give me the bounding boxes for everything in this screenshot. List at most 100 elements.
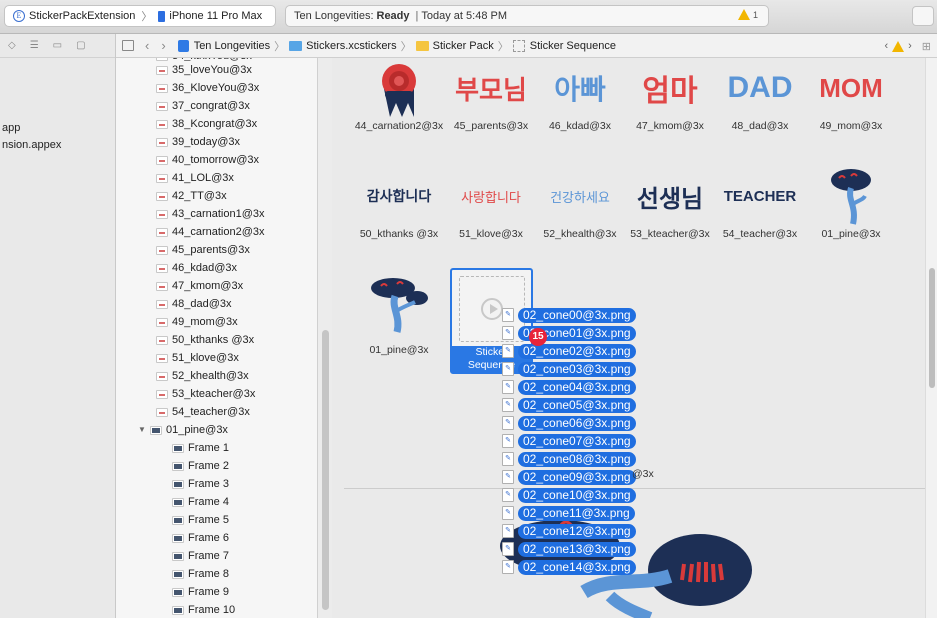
- sticker-cell[interactable]: 아빠 46_kdad@3x: [535, 58, 625, 132]
- outline-item[interactable]: 38_Kcongrat@3x: [116, 115, 317, 133]
- outline-frame[interactable]: Frame 4: [116, 493, 317, 511]
- outline-frame-label: Frame 1: [188, 442, 229, 454]
- outline-frame-label: Frame 9: [188, 586, 229, 598]
- dragged-file: ✎ 02_cone03@3x.png: [502, 360, 652, 378]
- outline-group[interactable]: ▼ 01_pine@3x: [116, 421, 317, 439]
- frame-thumbnail: [172, 497, 184, 507]
- sticker-cell[interactable]: 선생님 53_kteacher@3x: [625, 166, 715, 241]
- dragged-file-name: 02_cone09@3x.png: [518, 469, 636, 485]
- play-icon: [481, 298, 503, 320]
- outline-frame[interactable]: Frame 5: [116, 511, 317, 529]
- outline-item[interactable]: 40_tomorrow@3x: [116, 151, 317, 169]
- activity-project: Ten Longevities:: [294, 10, 374, 22]
- dragged-file-name: 02_cone04@3x.png: [518, 379, 636, 395]
- outline-frame[interactable]: Frame 6: [116, 529, 317, 547]
- outline-item[interactable]: 46_kdad@3x: [116, 259, 317, 277]
- message-icon[interactable]: ▢: [76, 40, 85, 51]
- sticker-cell[interactable]: 감사합니다 50_kthanks @3x: [354, 166, 444, 240]
- split-editor-button[interactable]: [912, 6, 934, 26]
- sticker-cell[interactable]: MOM 49_mom@3x: [806, 58, 896, 133]
- list-icon[interactable]: ☰: [30, 40, 39, 51]
- outline-item[interactable]: 50_kthanks @3x: [116, 331, 317, 349]
- sticker-cell[interactable]: 44_carnation2@3x: [354, 58, 444, 132]
- navigator-file[interactable]: app: [0, 120, 115, 137]
- sticker-cell[interactable]: 사랑합니다 51_klove@3x: [446, 166, 536, 241]
- outline-item[interactable]: 52_khealth@3x: [116, 367, 317, 385]
- sticker-outline: 34_kthxYou@3x 35_loveYou@3x36_KloveYou@3…: [116, 34, 318, 618]
- canvas-scrollbar[interactable]: [925, 58, 937, 618]
- png-file-icon: ✎: [502, 560, 514, 574]
- tag-icon[interactable]: ▭: [53, 40, 62, 51]
- pine-sticker: [806, 166, 896, 226]
- disclosure-triangle-icon[interactable]: ▼: [138, 421, 150, 439]
- outline-frame[interactable]: Frame 7: [116, 547, 317, 565]
- breadcrumb-item[interactable]: Stickers.xcstickers: [306, 40, 396, 52]
- folder-icon: [415, 40, 429, 51]
- outline-item[interactable]: 42_TT@3x: [116, 187, 317, 205]
- navigator-file[interactable]: nsion.appex: [0, 137, 115, 154]
- outline-item[interactable]: 54_teacher@3x: [116, 403, 317, 421]
- dragged-file-name: 02_cone08@3x.png: [518, 451, 636, 467]
- sticker-cell[interactable]: 엄마 47_kmom@3x: [625, 58, 715, 132]
- outline-item[interactable]: 51_klove@3x: [116, 349, 317, 367]
- sticker-cell[interactable]: 부모님 45_parents@3x: [446, 58, 536, 133]
- outline-frame[interactable]: Frame 8: [116, 565, 317, 583]
- outline-frame[interactable]: Frame 1: [116, 439, 317, 457]
- outline-item[interactable]: 37_congrat@3x: [116, 97, 317, 115]
- outline-item-label: 43_carnation1@3x: [172, 208, 265, 220]
- dragged-file: ✎ 02_cone09@3x.png: [502, 468, 652, 486]
- dragged-file-name: 02_cone06@3x.png: [518, 415, 636, 431]
- warning-icon[interactable]: [892, 40, 905, 52]
- scrollbar-knob[interactable]: [929, 268, 935, 388]
- warning-indicator[interactable]: 1: [737, 9, 758, 20]
- inspector-toggle-icon[interactable]: ⊞: [922, 40, 931, 53]
- sticker-thumbnail: [156, 389, 168, 399]
- back-arrow-icon[interactable]: ‹: [145, 38, 149, 53]
- breadcrumb-item[interactable]: Ten Longevities: [194, 40, 270, 52]
- sticker-art-text: DAD: [727, 71, 793, 104]
- outline-frame[interactable]: Frame 10: [116, 601, 317, 618]
- sticker-cell[interactable]: 건강하세요 52_khealth@3x: [535, 166, 625, 241]
- outline-item[interactable]: 44_carnation2@3x: [116, 223, 317, 241]
- outline-item[interactable]: 48_dad@3x: [116, 295, 317, 313]
- sticker-cell[interactable]: TEACHER 54_teacher@3x: [715, 166, 805, 241]
- outline-item[interactable]: 47_kmom@3x: [116, 277, 317, 295]
- outline-item[interactable]: 45_parents@3x: [116, 241, 317, 259]
- sticker-cell[interactable]: DAD 48_dad@3x: [715, 58, 805, 132]
- sticker-thumbnail: [156, 83, 168, 93]
- breadcrumb-item[interactable]: Sticker Sequence: [530, 40, 616, 52]
- dragged-file: ✎ 02_cone02@3x.png: [502, 342, 652, 360]
- forward-arrow-icon[interactable]: ›: [161, 38, 165, 53]
- sticker-cell[interactable]: 01_pine@3x: [806, 166, 896, 240]
- sticker-label: 48_dad@3x: [731, 120, 789, 132]
- diamond-icon[interactable]: ◇: [8, 40, 16, 51]
- outline-frame[interactable]: Frame 3: [116, 475, 317, 493]
- chevron-right-icon[interactable]: ›: [908, 40, 912, 52]
- outline-item[interactable]: 36_KloveYou@3x: [116, 79, 317, 97]
- scheme-selector[interactable]: E StickerPackExtension 〉 iPhone 11 Pro M…: [4, 5, 276, 27]
- outline-frame-label: Frame 10: [188, 604, 236, 616]
- dragged-file: ✎ 02_cone14@3x.png: [502, 558, 652, 576]
- sticker-art-text: 엄마: [642, 74, 698, 109]
- outline-frame[interactable]: Frame 2: [116, 457, 317, 475]
- outline-item[interactable]: 39_today@3x: [116, 133, 317, 151]
- outline-frame[interactable]: Frame 9: [116, 583, 317, 601]
- outline-item-label: 47_kmom@3x: [172, 280, 244, 292]
- sticker-art-text: 감사합니다: [366, 189, 432, 205]
- chevron-left-icon[interactable]: ‹: [884, 40, 888, 52]
- frame-thumbnail: [172, 569, 184, 579]
- outline-item[interactable]: 49_mom@3x: [116, 313, 317, 331]
- warning-count: 1: [752, 9, 758, 20]
- activity-separator: |: [415, 10, 419, 22]
- outline-item[interactable]: 43_carnation1@3x: [116, 205, 317, 223]
- outline-item-label: 54_teacher@3x: [172, 406, 250, 418]
- outline-item[interactable]: 41_LOL@3x: [116, 169, 317, 187]
- outline-scrollbar[interactable]: [322, 330, 329, 610]
- sticker-cell[interactable]: 01_pine@3x: [354, 274, 444, 356]
- outline-item[interactable]: 35_loveYou@3x: [116, 61, 317, 79]
- outline-item-label: 38_Kcongrat@3x: [172, 118, 258, 130]
- grid-icon[interactable]: [122, 40, 134, 51]
- dragged-file-name: 02_cone07@3x.png: [518, 433, 636, 449]
- outline-item[interactable]: 53_kteacher@3x: [116, 385, 317, 403]
- breadcrumb-item[interactable]: Sticker Pack: [433, 40, 494, 52]
